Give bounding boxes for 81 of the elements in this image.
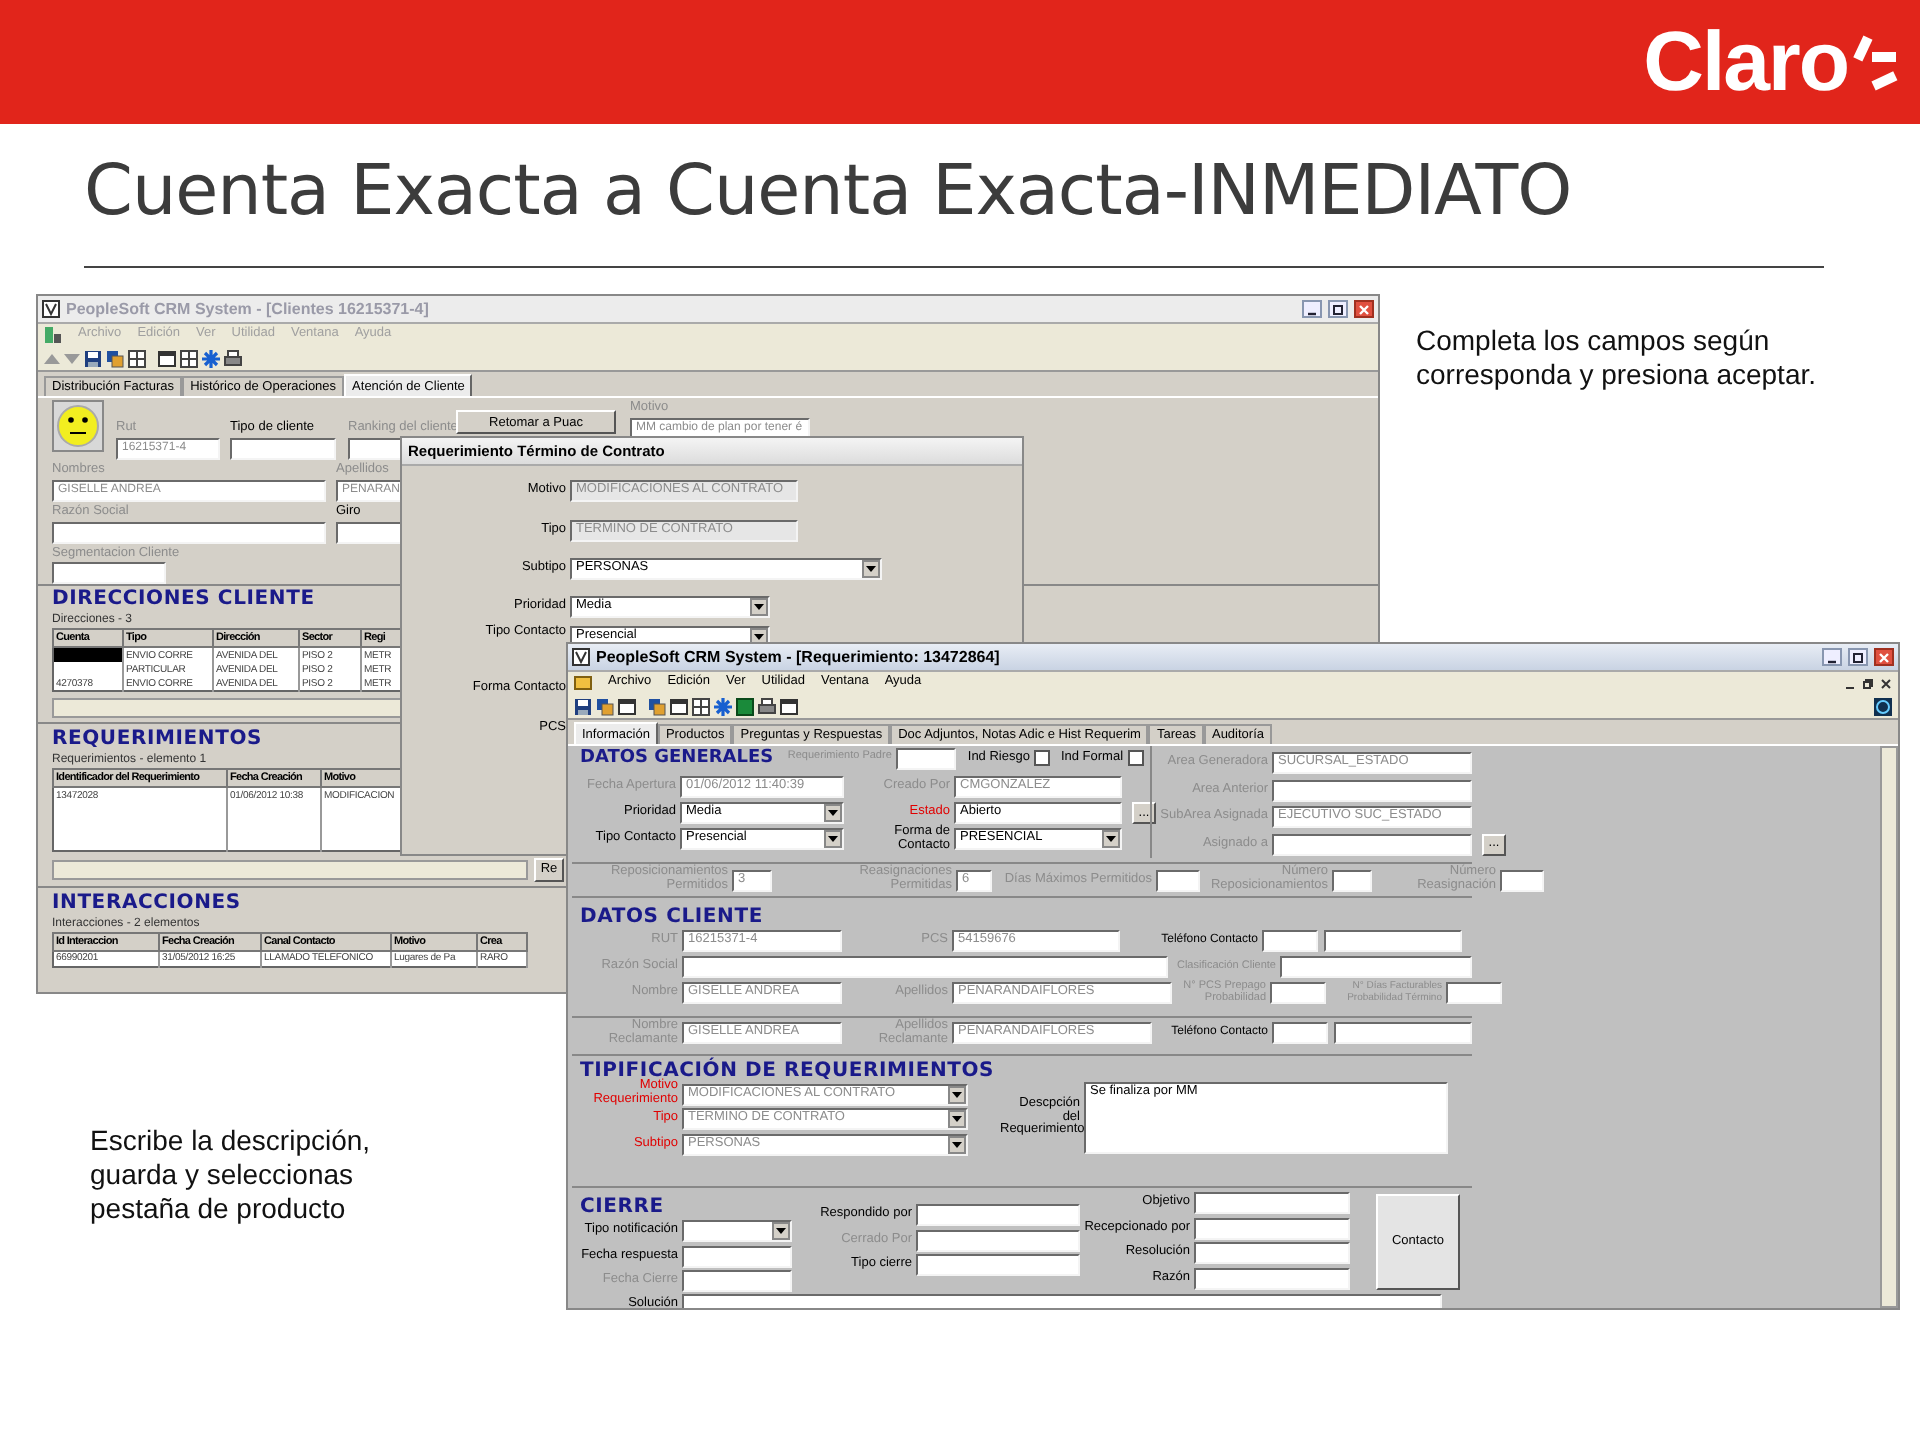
caret-icon (828, 810, 838, 816)
window-icon[interactable] (670, 697, 688, 715)
text-field[interactable] (1324, 930, 1462, 952)
caret-icon (952, 1091, 962, 1098)
up-arrow-icon (44, 351, 60, 365)
maximize-button[interactable] (1848, 648, 1868, 666)
grid-icon[interactable] (180, 349, 198, 367)
brand-logo: Claro (1643, 14, 1848, 110)
dropdown-button[interactable] (862, 560, 880, 578)
asterisk-icon[interactable] (202, 349, 220, 367)
window-icon[interactable] (158, 349, 176, 367)
dropdown-button[interactable] (1102, 830, 1120, 848)
dropdown[interactable] (682, 1220, 792, 1243)
down-arrow-icon (64, 351, 80, 365)
smiley-icon (52, 400, 104, 452)
caret-icon (952, 1116, 962, 1123)
section-title: DIRECCIONES CLIENTE (52, 588, 315, 611)
close-button[interactable] (1874, 648, 1894, 666)
restore-icon[interactable] (1862, 677, 1874, 689)
window-title: PeopleSoft CRM System - [Clientes 16215371-4] (66, 300, 431, 318)
instruction-text: Escribe la descripción, guarda y seleccionas pestaña de producto (90, 1124, 373, 1225)
caret-icon (866, 566, 876, 572)
bars-icon (44, 326, 62, 344)
text-field[interactable] (1272, 1022, 1328, 1044)
section-title: DATOS GENERALES (580, 748, 776, 768)
app-icon (572, 648, 590, 666)
caret-icon (1106, 836, 1116, 842)
window-title: PeopleSoft CRM System - [Requerimiento: 13472864] (596, 648, 1002, 666)
checkbox[interactable] (1033, 750, 1050, 766)
caret-icon (776, 1228, 786, 1235)
documents-icon[interactable] (648, 697, 666, 715)
rays-icon (1852, 32, 1900, 92)
grid-icon[interactable] (692, 697, 710, 715)
close-button[interactable] (1354, 300, 1374, 318)
scrollbar[interactable] (1880, 746, 1898, 1308)
documents-icon[interactable] (106, 349, 124, 367)
caret-icon (952, 1141, 962, 1148)
grid-icon[interactable] (128, 349, 146, 367)
globe-icon[interactable] (1874, 697, 1892, 715)
text-field[interactable] (1194, 1217, 1350, 1240)
section-title: CIERRE (580, 1195, 664, 1217)
window-icon[interactable] (618, 697, 636, 715)
cube-icon[interactable] (736, 697, 754, 715)
maximize-button[interactable] (1328, 300, 1348, 318)
checkbox[interactable] (1127, 750, 1144, 766)
printer-icon[interactable] (224, 349, 242, 367)
text-field[interactable] (682, 1245, 792, 1268)
close-icon[interactable] (1880, 677, 1892, 689)
dropdown-button[interactable] (750, 598, 768, 616)
dropdown-button[interactable] (772, 1222, 790, 1241)
dropdown-button[interactable] (824, 830, 842, 848)
minimize-button[interactable] (1822, 648, 1842, 666)
close-icon (1358, 303, 1370, 315)
text-field[interactable] (1334, 1022, 1472, 1044)
maximize-icon (1852, 651, 1864, 663)
text-field[interactable] (1194, 1242, 1350, 1265)
section-title: REQUERIMIENTOS (52, 728, 263, 751)
text-field[interactable] (916, 1204, 1080, 1227)
documents-icon[interactable] (596, 697, 614, 715)
section-title: TIPIFICACIÓN DE REQUERIMIENTOS (580, 1060, 995, 1082)
dropdown-button[interactable] (824, 804, 842, 822)
slide-title: Cuenta Exacta a Cuenta Exacta-INMEDIATO (84, 152, 1572, 232)
printer-icon[interactable] (758, 697, 776, 715)
text-field[interactable] (1262, 930, 1318, 952)
app-icon (42, 300, 60, 318)
caret-icon (828, 836, 838, 842)
instruction-text: Completa los campos según corresponda y presiona aceptar. (1416, 324, 1819, 392)
caret-icon (754, 604, 764, 610)
window-icon[interactable] (780, 697, 798, 715)
minimize-button[interactable] (1302, 300, 1322, 318)
text-field[interactable] (230, 438, 336, 460)
scrollbar[interactable] (52, 859, 528, 880)
text-field[interactable] (916, 1254, 1080, 1277)
folder-icon (574, 674, 592, 692)
asterisk-icon[interactable] (714, 697, 732, 715)
section-title: DATOS CLIENTE (580, 906, 763, 928)
section-title: INTERACCIONES (52, 891, 241, 914)
text-field[interactable] (1194, 1267, 1350, 1290)
maximize-icon (1332, 303, 1344, 315)
close-icon (1878, 651, 1890, 663)
text-field[interactable] (1194, 1192, 1350, 1215)
